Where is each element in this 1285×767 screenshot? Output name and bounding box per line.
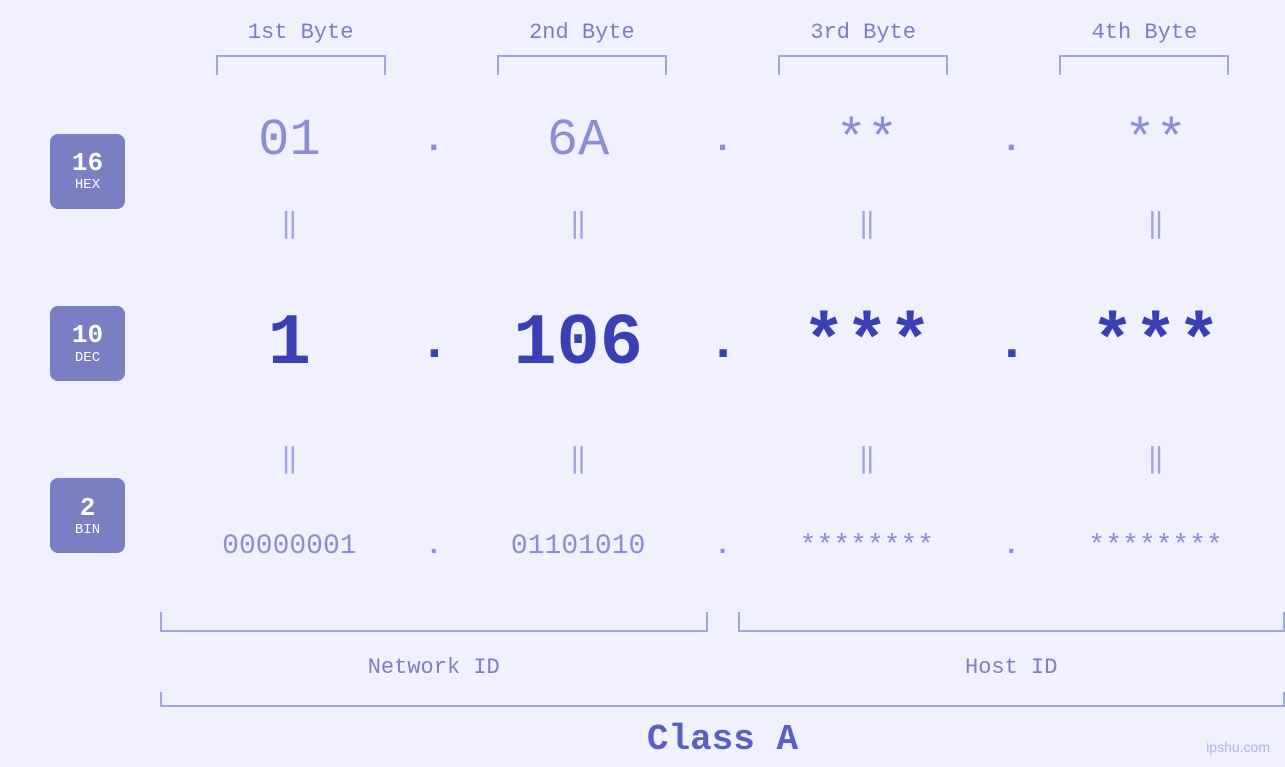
bin-badge-label: BIN — [75, 522, 100, 538]
top-bracket-1 — [216, 55, 386, 75]
dec-byte1-value: 1 — [268, 303, 311, 385]
class-label: Class A — [647, 719, 798, 760]
hex-dot1: . — [419, 120, 449, 161]
dec-byte2-value: 106 — [513, 303, 643, 385]
byte1-header: 1st Byte — [160, 20, 441, 45]
eq2-byte1: ‖ — [160, 447, 419, 475]
eq2-byte3: ‖ — [738, 447, 997, 475]
dec-badge-label: DEC — [75, 350, 100, 366]
watermark: ipshu.com — [1206, 739, 1270, 755]
bin-byte3-cell: ******** — [738, 531, 997, 562]
hex-dot2: . — [708, 120, 738, 161]
content-area: 16 HEX 10 DEC 2 BIN 01 . — [0, 75, 1285, 612]
id-label-row: Network ID Host ID — [160, 642, 1285, 692]
bin-row-inner: 00000001 . 01101010 . ******** . *******… — [160, 531, 1285, 562]
bracket-cell-3 — [723, 55, 1004, 75]
hex-byte2-cell: 6A — [449, 111, 708, 170]
eq2-byte4: ‖ — [1026, 447, 1285, 475]
top-brackets-row — [160, 55, 1285, 75]
equals-inner-1: ‖ ‖ ‖ ‖ — [160, 212, 1285, 240]
bin-byte1-cell: 00000001 — [160, 531, 419, 562]
byte2-header: 2nd Byte — [441, 20, 722, 45]
network-id-bracket — [160, 612, 708, 632]
bin-byte2-value: 01101010 — [511, 531, 645, 562]
hex-badge: 16 HEX — [50, 134, 125, 209]
equals-inner-2: ‖ ‖ ‖ ‖ — [160, 447, 1285, 475]
hex-byte1-value: 01 — [258, 111, 320, 170]
dec-byte4-cell: *** — [1026, 303, 1285, 385]
bin-byte4-cell: ******** — [1026, 531, 1285, 562]
values-area: 01 . 6A . ** . ** — [160, 75, 1285, 612]
dec-dot1: . — [419, 314, 449, 373]
hex-row: 01 . 6A . ** . ** — [160, 75, 1285, 206]
network-id-label: Network ID — [160, 655, 708, 680]
hex-byte4-cell: ** — [1026, 111, 1285, 170]
dec-row-inner: 1 . 106 . *** . *** — [160, 303, 1285, 385]
bin-badge-number: 2 — [80, 494, 96, 523]
top-bracket-3 — [778, 55, 948, 75]
top-bracket-4 — [1059, 55, 1229, 75]
bin-byte2-cell: 01101010 — [449, 531, 708, 562]
big-bottom-bracket-row — [160, 692, 1285, 712]
bin-byte4-value: ******** — [1088, 531, 1222, 562]
bin-dot2: . — [708, 531, 738, 562]
dec-byte1-cell: 1 — [160, 303, 419, 385]
eq2-byte2: ‖ — [449, 447, 708, 475]
byte-headers: 1st Byte 2nd Byte 3rd Byte 4th Byte — [160, 0, 1285, 45]
eq1-byte1: ‖ — [160, 212, 419, 240]
host-id-bracket — [738, 612, 1285, 632]
bracket-cell-1 — [160, 55, 441, 75]
class-row: Class A — [160, 712, 1285, 767]
hex-badge-number: 16 — [72, 149, 103, 178]
bracket-cell-4 — [1004, 55, 1285, 75]
hex-badge-label: HEX — [75, 177, 100, 193]
bottom-brackets-area — [160, 612, 1285, 642]
byte3-header: 3rd Byte — [723, 20, 1004, 45]
main-container: 1st Byte 2nd Byte 3rd Byte 4th Byte 16 H… — [0, 0, 1285, 767]
hex-byte2-value: 6A — [547, 111, 609, 170]
hex-byte3-value: ** — [836, 111, 898, 170]
eq1-byte2: ‖ — [449, 212, 708, 240]
equals-row-2: ‖ ‖ ‖ ‖ — [160, 441, 1285, 481]
bin-byte1-value: 00000001 — [222, 531, 356, 562]
dec-badge-number: 10 — [72, 321, 103, 350]
dec-byte3-value: *** — [802, 303, 932, 385]
bin-dot3: . — [996, 531, 1026, 562]
bin-badge: 2 BIN — [50, 478, 125, 553]
equals-row-1: ‖ ‖ ‖ ‖ — [160, 206, 1285, 246]
big-bottom-bracket — [160, 692, 1285, 707]
byte4-header: 4th Byte — [1004, 20, 1285, 45]
dec-byte2-cell: 106 — [449, 303, 708, 385]
dec-row: 1 . 106 . *** . *** — [160, 246, 1285, 442]
bin-row: 00000001 . 01101010 . ******** . *******… — [160, 481, 1285, 612]
dec-dot3: . — [996, 314, 1026, 373]
dec-dot2: . — [708, 314, 738, 373]
bin-dot1: . — [419, 531, 449, 562]
host-id-label: Host ID — [738, 655, 1285, 680]
hex-row-inner: 01 . 6A . ** . ** — [160, 111, 1285, 170]
dec-badge: 10 DEC — [50, 306, 125, 381]
dec-byte4-value: *** — [1091, 303, 1221, 385]
badges-column: 16 HEX 10 DEC 2 BIN — [0, 75, 160, 612]
hex-byte4-value: ** — [1124, 111, 1186, 170]
eq1-byte3: ‖ — [738, 212, 997, 240]
hex-dot3: . — [996, 120, 1026, 161]
dec-byte3-cell: *** — [738, 303, 997, 385]
hex-byte3-cell: ** — [738, 111, 997, 170]
top-bracket-2 — [497, 55, 667, 75]
bracket-cell-2 — [441, 55, 722, 75]
eq1-byte4: ‖ — [1026, 212, 1285, 240]
hex-byte1-cell: 01 — [160, 111, 419, 170]
bin-byte3-value: ******** — [800, 531, 934, 562]
